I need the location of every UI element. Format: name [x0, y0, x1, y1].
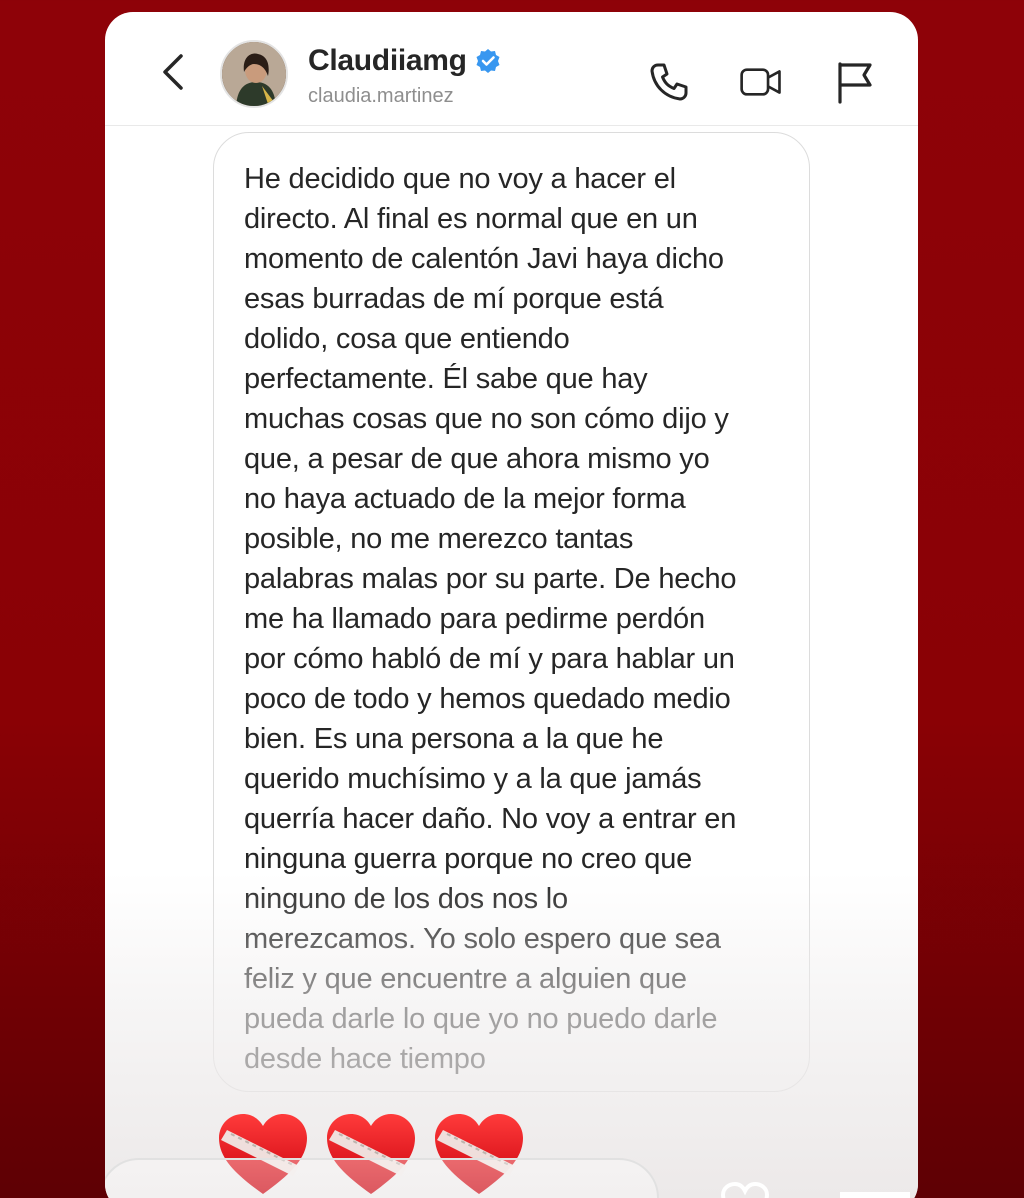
- call-button[interactable]: [647, 60, 691, 104]
- flag-icon: [838, 62, 872, 104]
- phone-icon: [650, 63, 688, 101]
- username-row[interactable]: Claudiiamg: [308, 44, 501, 78]
- avatar[interactable]: [220, 40, 288, 108]
- heart-outline-icon[interactable]: [715, 1182, 775, 1198]
- profile-photo: [222, 42, 286, 106]
- chevron-left-icon: [163, 54, 183, 90]
- chat-header: Claudiiamg claudia.martinez: [105, 12, 918, 126]
- report-button[interactable]: [832, 60, 876, 104]
- handle: claudia.martinez: [308, 85, 454, 107]
- video-call-button[interactable]: [739, 60, 783, 104]
- back-button[interactable]: [153, 52, 193, 92]
- username[interactable]: Claudiiamg: [308, 44, 467, 78]
- message-text: He decidido que no voy a hacer el direct…: [244, 163, 737, 1075]
- video-camera-icon: [740, 68, 781, 96]
- message-bubble[interactable]: He decidido que no voy a hacer el direct…: [213, 132, 810, 1092]
- message-input[interactable]: [105, 1158, 659, 1198]
- verified-badge-icon: [476, 49, 500, 73]
- send-icon[interactable]: [840, 1192, 910, 1198]
- dm-card: Claudiiamg claudia.martinez He decidido …: [105, 12, 918, 1198]
